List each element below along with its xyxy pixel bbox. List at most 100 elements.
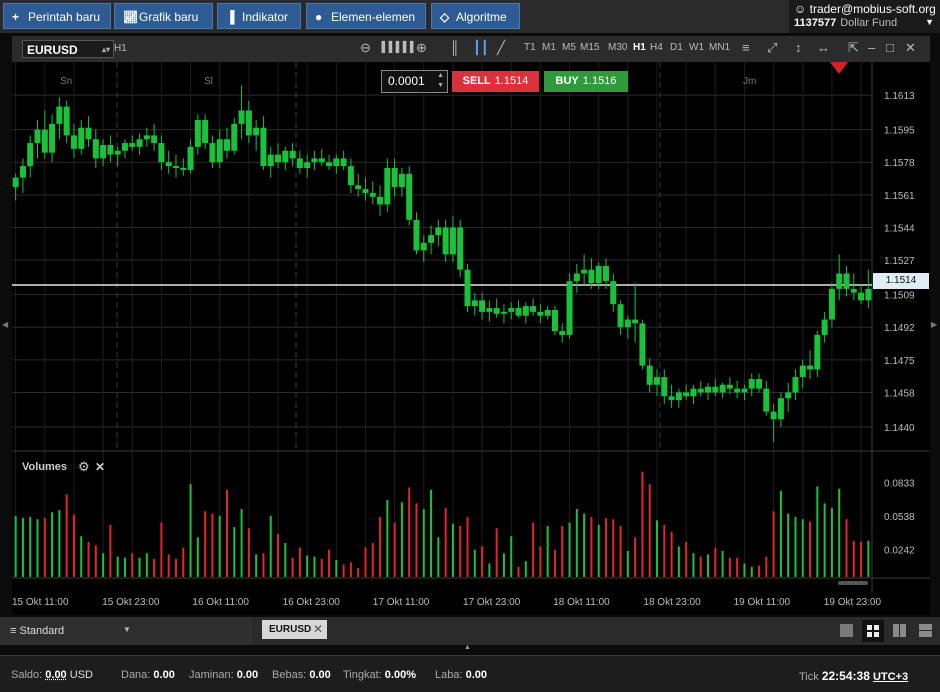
layout-columns-icon[interactable] — [893, 624, 906, 637]
collapse-panel-icon[interactable]: ▲ — [464, 644, 471, 651]
jaminan-value: 0.00 — [237, 669, 258, 681]
layout-rows-icon[interactable] — [919, 624, 932, 637]
time-tick-label: 19 Okt 11:00 — [734, 597, 791, 608]
timeframe-m1[interactable]: M1 — [542, 42, 556, 53]
indicators-button[interactable]: ▐ Indikator — [217, 3, 301, 29]
maximize-icon[interactable]: □ — [886, 40, 894, 55]
candle-body — [56, 107, 62, 124]
time-tick-label: 17 Okt 23:00 — [463, 597, 521, 608]
candle-body — [792, 377, 798, 392]
candle-body — [865, 289, 871, 301]
time-tick-label: 17 Okt 11:00 — [373, 597, 430, 608]
user-icon: ☺ — [794, 2, 806, 16]
left-panel-handle-icon[interactable]: ◀ — [2, 320, 8, 329]
timeframe-m5[interactable]: M5 — [562, 42, 576, 53]
candle-body — [705, 387, 711, 393]
close-tab-icon[interactable]: ✕ — [313, 620, 323, 639]
volume-step-input[interactable]: 0.0001 ▲ ▼ — [381, 70, 448, 93]
timeframe-m30[interactable]: M30 — [608, 42, 627, 53]
volume-tick-label: 0.0833 — [884, 479, 915, 490]
time-tick-label: 15 Okt 23:00 — [102, 597, 160, 608]
candle-body — [654, 377, 660, 385]
candle-body — [814, 335, 820, 370]
symbol-select[interactable]: EURUSD ▴▾ — [22, 40, 114, 58]
time-tick-label: 18 Okt 23:00 — [643, 597, 701, 608]
status-bebas: Bebas: 0.00 — [272, 669, 331, 681]
zoom-out-icon[interactable]: ⊖ — [360, 40, 371, 56]
candle-body — [406, 174, 412, 220]
timezone-select[interactable]: UTC+3 — [873, 671, 908, 683]
candle-body — [195, 120, 201, 147]
layout-single-icon[interactable] — [840, 624, 853, 637]
candle-body — [107, 145, 113, 155]
chevron-down-icon[interactable]: ▼ — [925, 17, 934, 27]
candle-body — [720, 385, 726, 393]
laba-label: Laba: — [435, 669, 463, 681]
tick-label: Tick — [799, 671, 819, 683]
candle-body — [552, 310, 558, 331]
candle-body — [246, 110, 252, 135]
candle-body — [690, 389, 696, 397]
timeframe-m15[interactable]: M15 — [580, 42, 599, 53]
buy-button[interactable]: BUY 1.1516 — [544, 71, 628, 92]
spinner-icon[interactable]: ▲ ▼ — [437, 71, 444, 91]
vertical-scale-icon[interactable]: ↕ — [795, 40, 802, 55]
new-order-button[interactable]: + Perintah baru — [3, 3, 111, 29]
line-type-icon[interactable]: ╱ — [497, 40, 505, 56]
candle-body — [581, 270, 587, 274]
chart-scrollbar-thumb — [838, 581, 868, 585]
indicator-settings-icon[interactable]: ≡ — [742, 40, 750, 55]
minimize-icon[interactable]: – — [868, 40, 875, 55]
timeframe-t1[interactable]: T1 — [524, 42, 536, 53]
candle-body — [756, 379, 762, 389]
candle-body — [297, 158, 303, 168]
candle-body — [370, 193, 376, 197]
account-menu[interactable]: ☺ trader@mobius-soft.org 1137577 Dollar F… — [789, 0, 940, 33]
price-chart[interactable]: 1.1613 1.1595 1.1578 1.1561 1.1544 1.1527 1.15… — [12, 62, 930, 615]
timeframe-w1[interactable]: W1 — [689, 42, 704, 53]
timeframe-mn1[interactable]: MN1 — [709, 42, 730, 53]
algorithms-button[interactable]: ◇ Algoritme — [431, 3, 520, 29]
candle-body — [260, 128, 266, 166]
scroll-end-marker-icon[interactable] — [830, 62, 848, 74]
algorithms-label: Algoritme — [456, 10, 507, 24]
candle-body — [457, 227, 463, 269]
sell-label: SELL — [463, 75, 491, 87]
sell-button[interactable]: SELL 1.1514 — [452, 71, 539, 92]
tingkat-label: Tingkat: — [343, 669, 382, 681]
price-tick-label: 1.1492 — [884, 323, 915, 334]
elements-button[interactable]: ● Elemen-elemen — [306, 3, 426, 29]
layout-grid-icon[interactable] — [862, 620, 884, 642]
candle-body — [188, 147, 194, 170]
candle-body — [734, 389, 740, 393]
period-label: H1 — [114, 43, 127, 54]
gear-icon[interactable]: ⚙ — [78, 459, 90, 475]
candle-type-icon[interactable]: ┃┃ — [473, 40, 489, 56]
zoom-slider[interactable]: ▐▐▐▐▐ — [378, 42, 413, 53]
time-tick-label: 16 Okt 23:00 — [283, 597, 341, 608]
zoom-in-icon[interactable]: ⊕ — [416, 40, 427, 56]
layout-select[interactable]: ≡ Standard ▼ — [0, 617, 252, 645]
expand-diagonal-icon[interactable]: ⤢ — [767, 40, 777, 56]
horizontal-scale-icon[interactable]: ↔ — [817, 40, 830, 55]
saldo-value[interactable]: 0.00 — [45, 669, 66, 681]
volume-tick-label: 0.0538 — [884, 512, 915, 523]
price-tick-label: 1.1527 — [884, 256, 915, 267]
right-panel-handle-icon[interactable]: ▶ — [931, 320, 937, 329]
bar-type-icon[interactable]: ║ — [450, 40, 459, 55]
volume-step-value: 0.0001 — [388, 74, 425, 88]
timeframe-h1[interactable]: H1 — [633, 42, 646, 53]
timeframe-d1[interactable]: D1 — [670, 42, 683, 53]
timeframe-h4[interactable]: H4 — [650, 42, 663, 53]
account-email: trader@mobius-soft.org — [810, 2, 936, 16]
candle-body — [13, 178, 19, 188]
close-indicator-icon[interactable]: ✕ — [95, 460, 105, 474]
candle-body — [537, 312, 543, 316]
candle-body — [843, 274, 849, 289]
new-chart-button[interactable]: 📈︎Grafik baru — [114, 3, 213, 29]
account-user: ☺ trader@mobius-soft.org — [794, 2, 936, 16]
account-number: 1137577 — [794, 17, 836, 29]
tab-eurusd[interactable]: EURUSD ✕ — [262, 620, 327, 639]
close-icon[interactable]: ✕ — [905, 40, 916, 56]
detach-icon[interactable]: ⇱ — [848, 40, 859, 56]
